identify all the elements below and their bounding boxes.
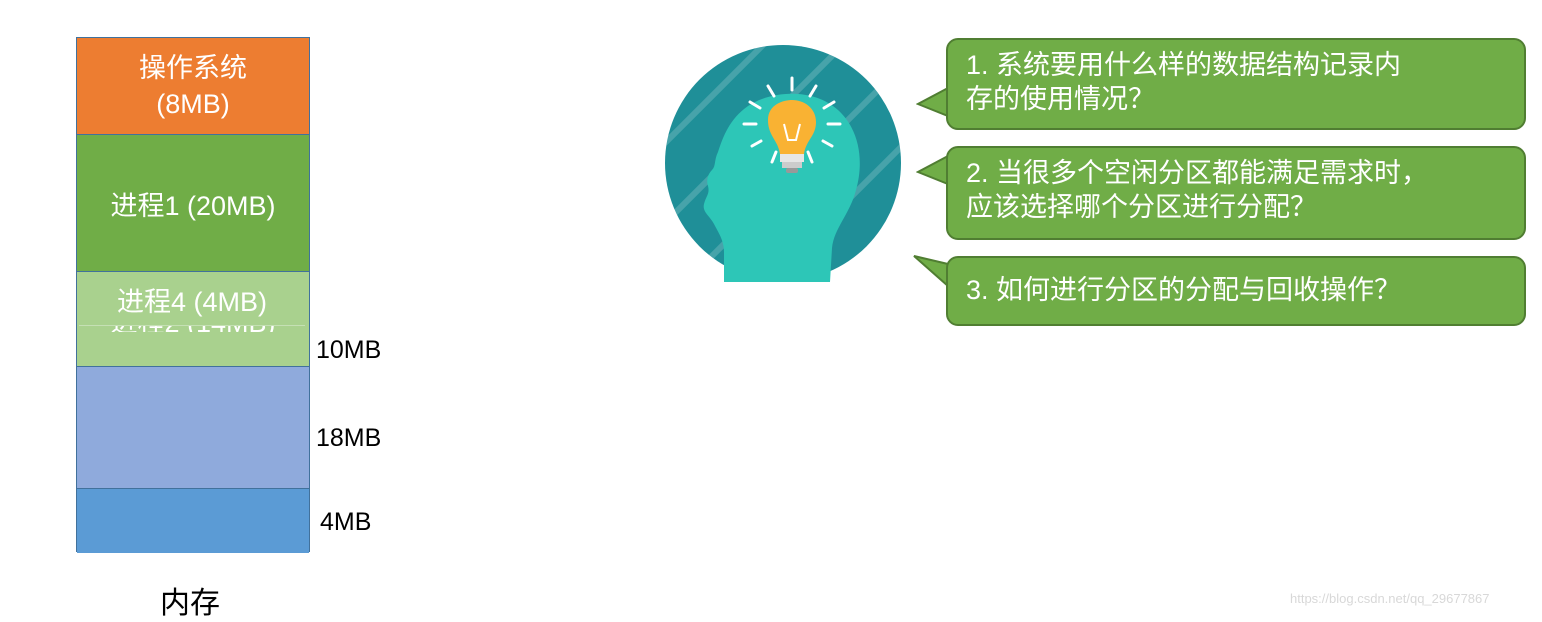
size-label-4mb: 4MB	[320, 508, 372, 536]
process1-label: 进程1 (20MB)	[110, 190, 276, 221]
question2-line1: 2. 当很多个空闲分区都能满足需求时，	[966, 158, 1429, 188]
question1-line2: 存的使用情况？	[966, 84, 1155, 114]
question-bubble-2: 2. 当很多个空闲分区都能满足需求时， 应该选择哪个分区进行分配？	[946, 146, 1526, 240]
bubble1-pointer	[916, 86, 950, 118]
process4-block: 进程4 (4MB)	[79, 274, 305, 326]
os-size: (8MB)	[156, 89, 230, 119]
memory-diagram: 操作系统 (8MB) 进程1 (20MB) 进程2 (14MB) 进程4 (4M…	[76, 37, 310, 553]
question3: 3. 如何进行分区的分配与回收操作？	[966, 275, 1402, 305]
question1-line1: 1. 系统要用什么样的数据结构记录内	[966, 50, 1402, 80]
free-partition-18mb	[77, 366, 309, 488]
process1-block: 进程1 (20MB)	[77, 134, 309, 271]
memory-caption: 内存	[160, 587, 220, 620]
bubble3-pointer	[913, 255, 950, 289]
question-bubble-1: 1. 系统要用什么样的数据结构记录内 存的使用情况？	[946, 38, 1526, 130]
os-label: 操作系统	[139, 53, 247, 83]
free-partition-4mb	[77, 488, 309, 553]
size-label-18mb: 18MB	[316, 424, 382, 452]
size-label-10mb: 10MB	[316, 336, 382, 364]
process4-label: 进程4 (4MB)	[116, 287, 268, 317]
question2-line2: 应该选择哪个分区进行分配？	[966, 192, 1317, 222]
os-block: 操作系统 (8MB)	[77, 38, 309, 134]
head-lightbulb-icon	[665, 45, 901, 282]
watermark: https://blog.csdn.net/qq_29677867	[1290, 591, 1490, 606]
question-bubble-3: 3. 如何进行分区的分配与回收操作？	[946, 256, 1526, 326]
bubble2-pointer	[916, 154, 950, 186]
